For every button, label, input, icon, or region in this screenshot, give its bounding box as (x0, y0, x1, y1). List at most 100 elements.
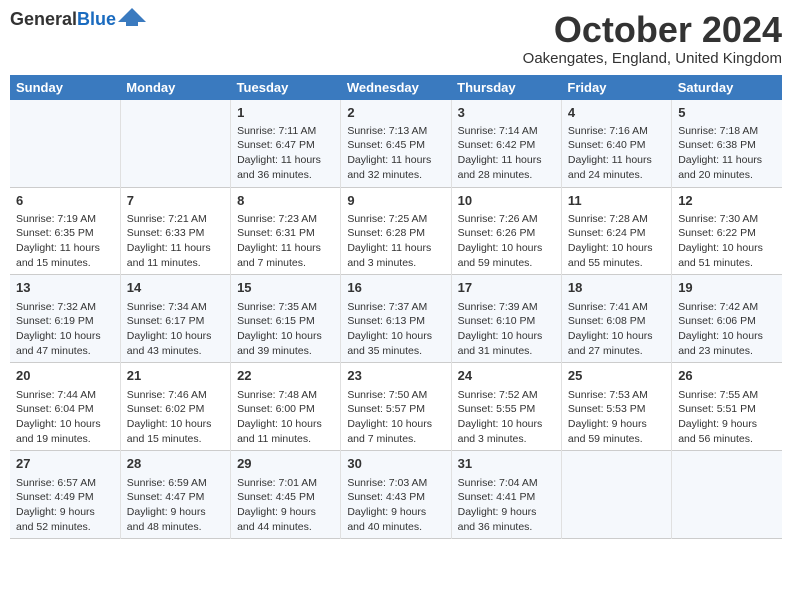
day-number: 5 (678, 104, 776, 122)
calendar-cell: 30 Sunrise: 7:03 AM Sunset: 4:43 PM Dayli… (341, 451, 451, 539)
calendar-cell: 13Sunrise: 7:32 AM Sunset: 6:19 PM Dayli… (10, 275, 120, 363)
calendar-cell: 6 Sunrise: 7:19 AM Sunset: 6:35 PM Daylig… (10, 187, 120, 275)
calendar-cell: 29 Sunrise: 7:01 AM Sunset: 4:45 PM Dayli… (231, 451, 341, 539)
calendar-cell: 11 Sunrise: 7:28 AM Sunset: 6:24 PM Dayli… (561, 187, 671, 275)
day-number: 16 (347, 279, 444, 297)
day-info: Sunrise: 7:03 AM Sunset: 4:43 PM Dayligh… (347, 476, 444, 535)
day-header-thursday: Thursday (451, 75, 561, 100)
day-info: Sunrise: 7:28 AM Sunset: 6:24 PM Dayligh… (568, 212, 665, 271)
month-title: October 2024 (523, 10, 782, 50)
day-number: 21 (127, 367, 224, 385)
day-info: Sunrise: 7:32 AM Sunset: 6:19 PM Dayligh… (16, 300, 114, 359)
day-header-friday: Friday (561, 75, 671, 100)
week-row-5: 27 Sunrise: 6:57 AM Sunset: 4:49 PM Dayli… (10, 451, 782, 539)
day-info: Sunrise: 7:01 AM Sunset: 4:45 PM Dayligh… (237, 476, 334, 535)
day-number: 12 (678, 192, 776, 210)
logo-general: General (10, 9, 77, 29)
day-number: 6 (16, 192, 114, 210)
day-number: 7 (127, 192, 224, 210)
calendar-cell (672, 451, 782, 539)
day-info: Sunrise: 7:53 AM Sunset: 5:53 PM Dayligh… (568, 388, 665, 447)
calendar-cell: 3 Sunrise: 7:14 AM Sunset: 6:42 PM Daylig… (451, 100, 561, 187)
day-number: 18 (568, 279, 665, 297)
days-of-week-row: SundayMondayTuesdayWednesdayThursdayFrid… (10, 75, 782, 100)
day-number: 29 (237, 455, 334, 473)
day-info: Sunrise: 7:26 AM Sunset: 6:26 PM Dayligh… (458, 212, 555, 271)
calendar-cell (120, 100, 230, 187)
calendar-cell (10, 100, 120, 187)
day-info: Sunrise: 7:21 AM Sunset: 6:33 PM Dayligh… (127, 212, 224, 271)
day-info: Sunrise: 7:25 AM Sunset: 6:28 PM Dayligh… (347, 212, 444, 271)
day-info: Sunrise: 7:46 AM Sunset: 6:02 PM Dayligh… (127, 388, 224, 447)
day-info: Sunrise: 7:16 AM Sunset: 6:40 PM Dayligh… (568, 124, 665, 183)
day-number: 11 (568, 192, 665, 210)
day-info: Sunrise: 7:35 AM Sunset: 6:15 PM Dayligh… (237, 300, 334, 359)
day-info: Sunrise: 7:55 AM Sunset: 5:51 PM Dayligh… (678, 388, 776, 447)
day-info: Sunrise: 7:50 AM Sunset: 5:57 PM Dayligh… (347, 388, 444, 447)
day-info: Sunrise: 7:37 AM Sunset: 6:13 PM Dayligh… (347, 300, 444, 359)
calendar-cell: 23 Sunrise: 7:50 AM Sunset: 5:57 PM Dayli… (341, 363, 451, 451)
calendar-cell: 15 Sunrise: 7:35 AM Sunset: 6:15 PM Dayli… (231, 275, 341, 363)
day-number: 3 (458, 104, 555, 122)
logo: GeneralBlue (10, 10, 146, 28)
day-number: 9 (347, 192, 444, 210)
calendar-cell: 22Sunrise: 7:48 AM Sunset: 6:00 PM Dayli… (231, 363, 341, 451)
location: Oakengates, England, United Kingdom (523, 50, 782, 67)
day-header-wednesday: Wednesday (341, 75, 451, 100)
calendar-cell: 18Sunrise: 7:41 AM Sunset: 6:08 PM Dayli… (561, 275, 671, 363)
calendar-cell: 19Sunrise: 7:42 AM Sunset: 6:06 PM Dayli… (672, 275, 782, 363)
day-info: Sunrise: 7:18 AM Sunset: 6:38 PM Dayligh… (678, 124, 776, 183)
day-number: 23 (347, 367, 444, 385)
day-header-sunday: Sunday (10, 75, 120, 100)
calendar-cell: 17Sunrise: 7:39 AM Sunset: 6:10 PM Dayli… (451, 275, 561, 363)
calendar-cell: 31Sunrise: 7:04 AM Sunset: 4:41 PM Dayli… (451, 451, 561, 539)
calendar-cell: 4 Sunrise: 7:16 AM Sunset: 6:40 PM Daylig… (561, 100, 671, 187)
day-info: Sunrise: 7:14 AM Sunset: 6:42 PM Dayligh… (458, 124, 555, 183)
day-info: Sunrise: 7:23 AM Sunset: 6:31 PM Dayligh… (237, 212, 334, 271)
day-number: 24 (458, 367, 555, 385)
calendar-cell: 26 Sunrise: 7:55 AM Sunset: 5:51 PM Dayli… (672, 363, 782, 451)
calendar-cell: 20Sunrise: 7:44 AM Sunset: 6:04 PM Dayli… (10, 363, 120, 451)
day-header-saturday: Saturday (672, 75, 782, 100)
logo-text: GeneralBlue (10, 10, 116, 28)
day-number: 27 (16, 455, 114, 473)
day-number: 14 (127, 279, 224, 297)
calendar-cell: 28Sunrise: 6:59 AM Sunset: 4:47 PM Dayli… (120, 451, 230, 539)
day-number: 20 (16, 367, 114, 385)
day-number: 4 (568, 104, 665, 122)
calendar-cell: 7 Sunrise: 7:21 AM Sunset: 6:33 PM Daylig… (120, 187, 230, 275)
day-info: Sunrise: 7:30 AM Sunset: 6:22 PM Dayligh… (678, 212, 776, 271)
calendar-cell: 2Sunrise: 7:13 AM Sunset: 6:45 PM Daylig… (341, 100, 451, 187)
calendar-cell: 9 Sunrise: 7:25 AM Sunset: 6:28 PM Daylig… (341, 187, 451, 275)
day-number: 26 (678, 367, 776, 385)
page-header: GeneralBlue October 2024 Oakengates, Eng… (10, 10, 782, 67)
week-row-2: 6 Sunrise: 7:19 AM Sunset: 6:35 PM Daylig… (10, 187, 782, 275)
calendar-cell: 10 Sunrise: 7:26 AM Sunset: 6:26 PM Dayli… (451, 187, 561, 275)
day-header-tuesday: Tuesday (231, 75, 341, 100)
day-number: 30 (347, 455, 444, 473)
day-info: Sunrise: 7:19 AM Sunset: 6:35 PM Dayligh… (16, 212, 114, 271)
day-info: Sunrise: 6:57 AM Sunset: 4:49 PM Dayligh… (16, 476, 114, 535)
day-number: 10 (458, 192, 555, 210)
calendar-cell: 1Sunrise: 7:11 AM Sunset: 6:47 PM Daylig… (231, 100, 341, 187)
week-row-3: 13Sunrise: 7:32 AM Sunset: 6:19 PM Dayli… (10, 275, 782, 363)
calendar-cell: 5 Sunrise: 7:18 AM Sunset: 6:38 PM Daylig… (672, 100, 782, 187)
title-block: October 2024 Oakengates, England, United… (523, 10, 782, 67)
calendar-cell: 27 Sunrise: 6:57 AM Sunset: 4:49 PM Dayli… (10, 451, 120, 539)
day-number: 22 (237, 367, 334, 385)
calendar-header: SundayMondayTuesdayWednesdayThursdayFrid… (10, 75, 782, 100)
calendar-table: SundayMondayTuesdayWednesdayThursdayFrid… (10, 75, 782, 540)
day-number: 15 (237, 279, 334, 297)
calendar-body: 1Sunrise: 7:11 AM Sunset: 6:47 PM Daylig… (10, 100, 782, 539)
calendar-cell: 24 Sunrise: 7:52 AM Sunset: 5:55 PM Dayli… (451, 363, 561, 451)
week-row-4: 20Sunrise: 7:44 AM Sunset: 6:04 PM Dayli… (10, 363, 782, 451)
calendar-cell (561, 451, 671, 539)
day-number: 1 (237, 104, 334, 122)
day-info: Sunrise: 7:39 AM Sunset: 6:10 PM Dayligh… (458, 300, 555, 359)
calendar-cell: 16 Sunrise: 7:37 AM Sunset: 6:13 PM Dayli… (341, 275, 451, 363)
calendar-cell: 8 Sunrise: 7:23 AM Sunset: 6:31 PM Daylig… (231, 187, 341, 275)
calendar-cell: 21 Sunrise: 7:46 AM Sunset: 6:02 PM Dayli… (120, 363, 230, 451)
day-number: 28 (127, 455, 224, 473)
day-number: 8 (237, 192, 334, 210)
day-info: Sunrise: 7:52 AM Sunset: 5:55 PM Dayligh… (458, 388, 555, 447)
